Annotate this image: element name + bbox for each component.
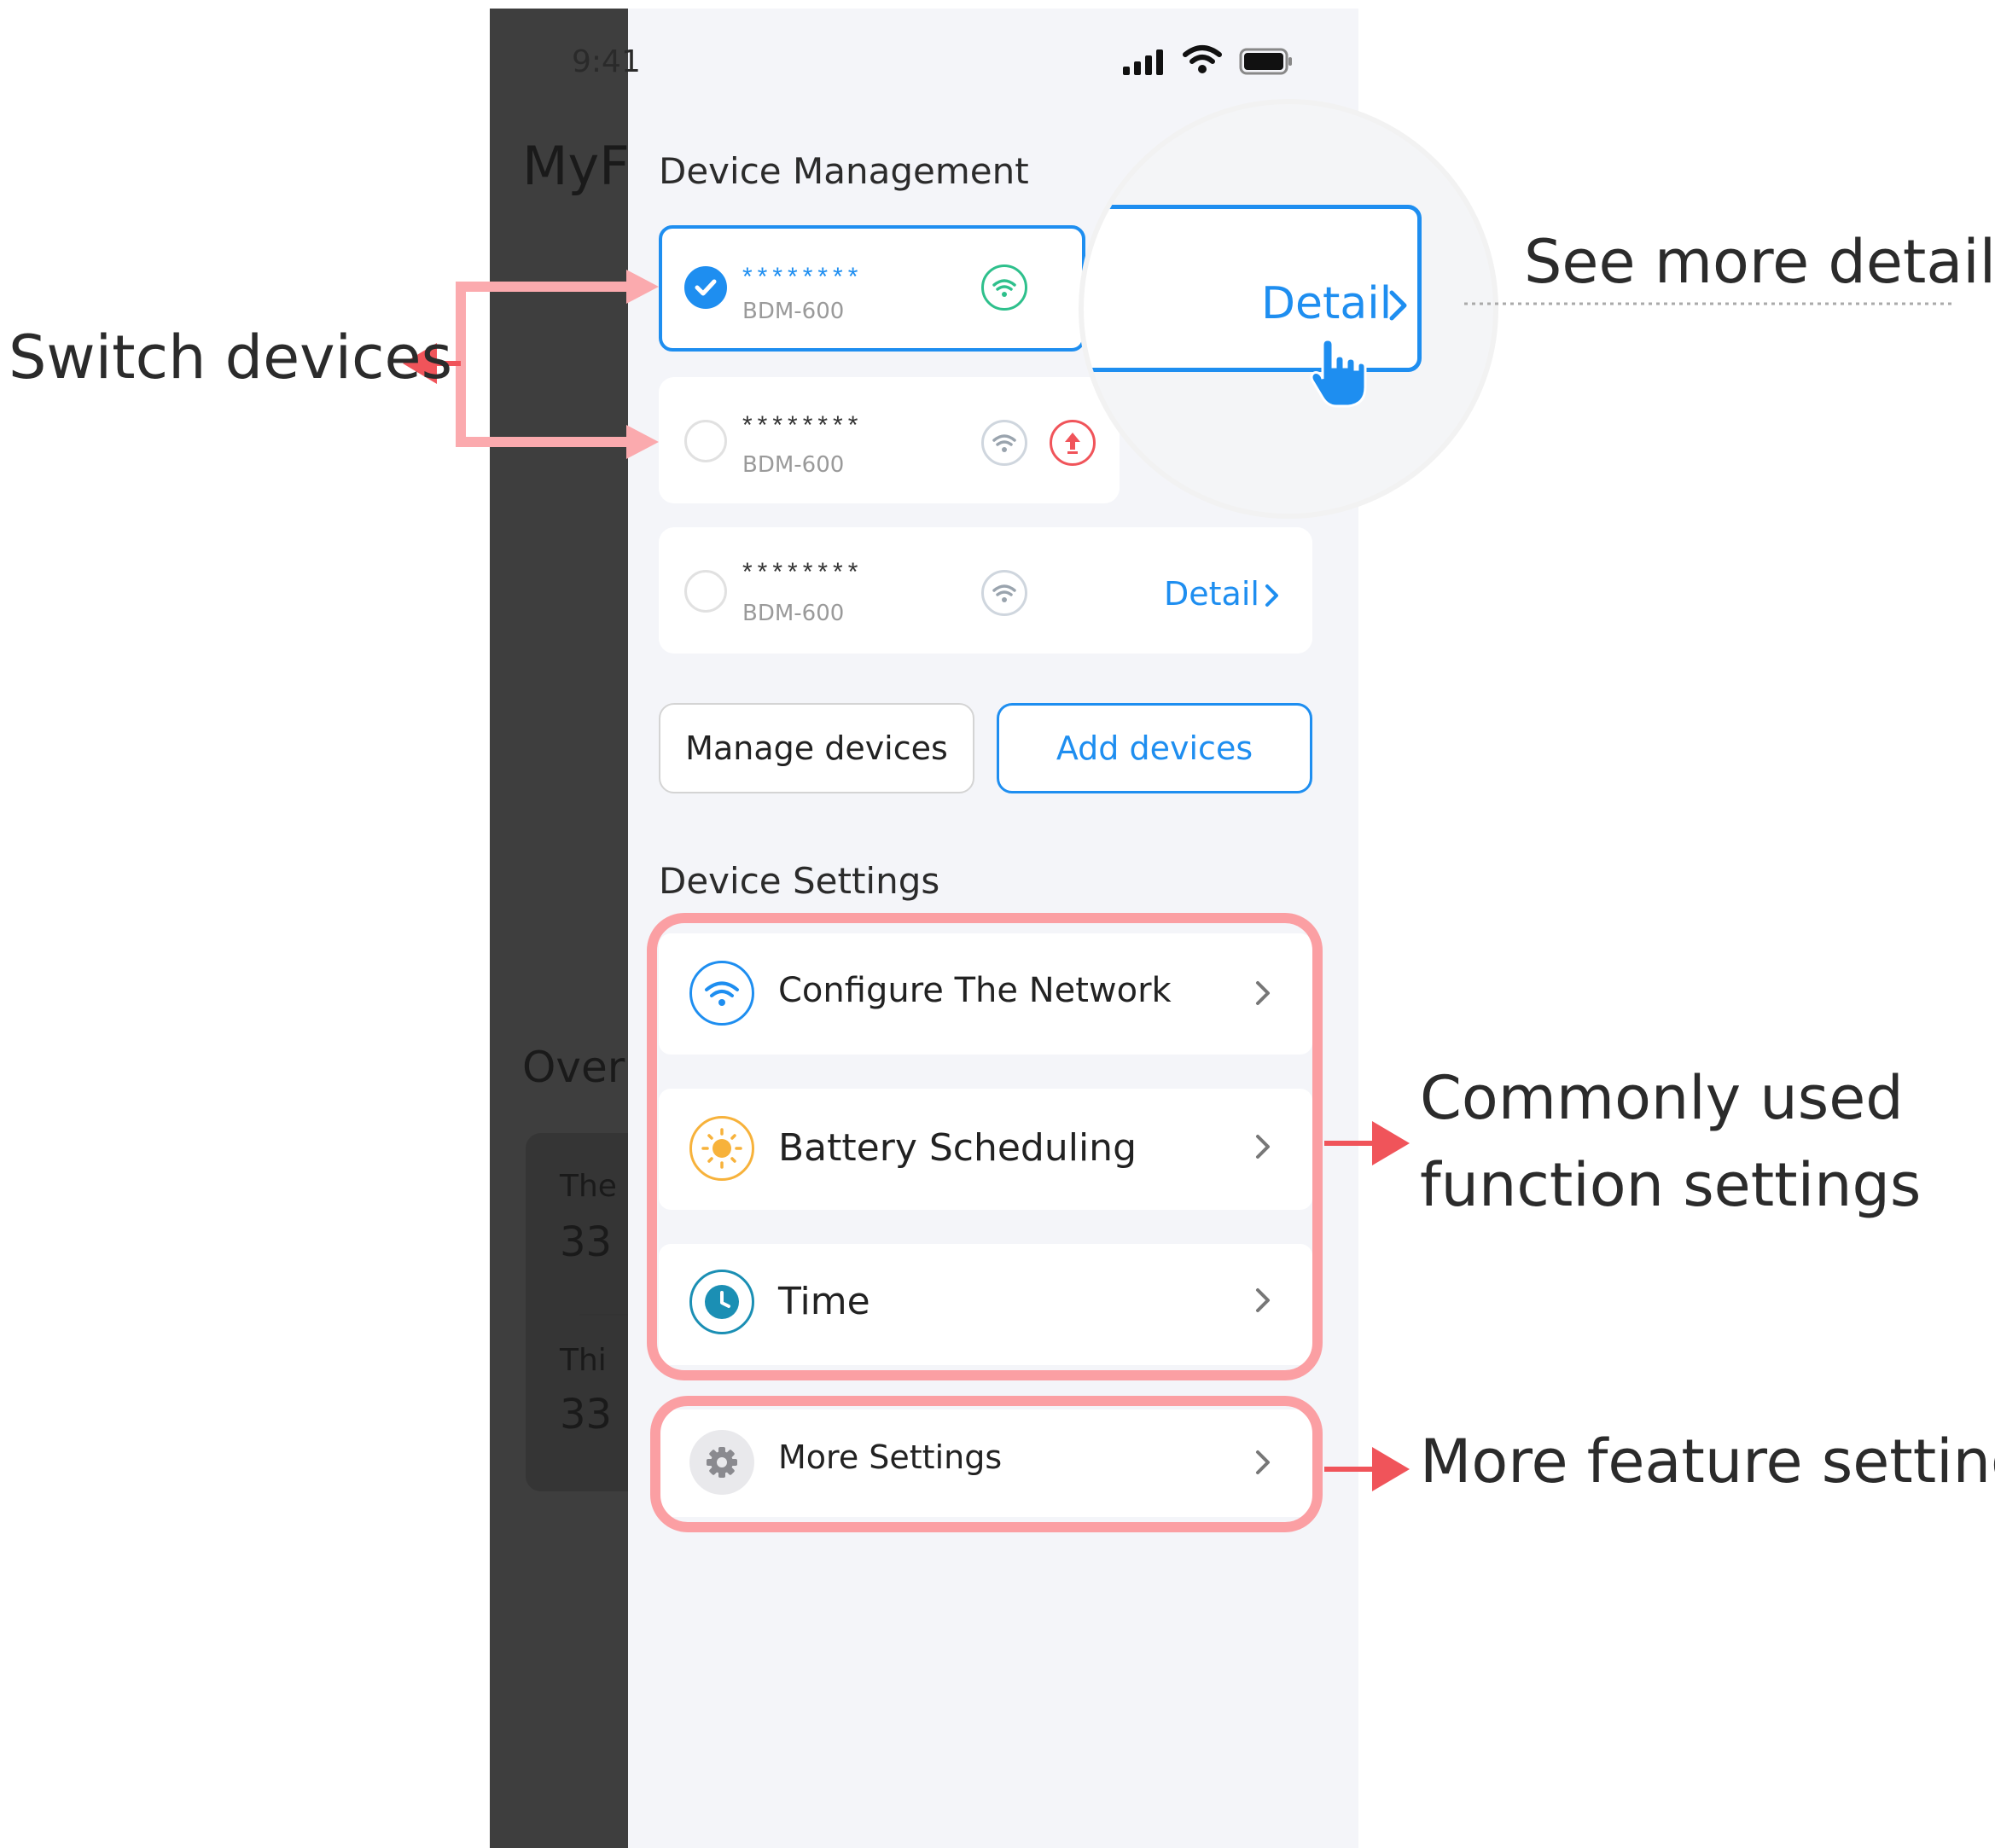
more-pointer-head bbox=[1372, 1447, 1410, 1491]
annotation-commonly-used-line1: Commonly used bbox=[1420, 1063, 1904, 1133]
switch-arrow-head-bottom bbox=[626, 425, 659, 459]
annotation-commonly-used-line2: function settings bbox=[1420, 1150, 1922, 1220]
switch-bracket-connector bbox=[456, 282, 631, 447]
annotation-more-feature-settings: More feature settings bbox=[1420, 1427, 1995, 1496]
common-pointer-head bbox=[1372, 1121, 1410, 1165]
switch-arrow-head-top bbox=[626, 270, 659, 304]
annotation-see-more-details: See more details bbox=[1524, 227, 1995, 297]
annotation-switch-devices: Switch devices bbox=[9, 323, 453, 392]
